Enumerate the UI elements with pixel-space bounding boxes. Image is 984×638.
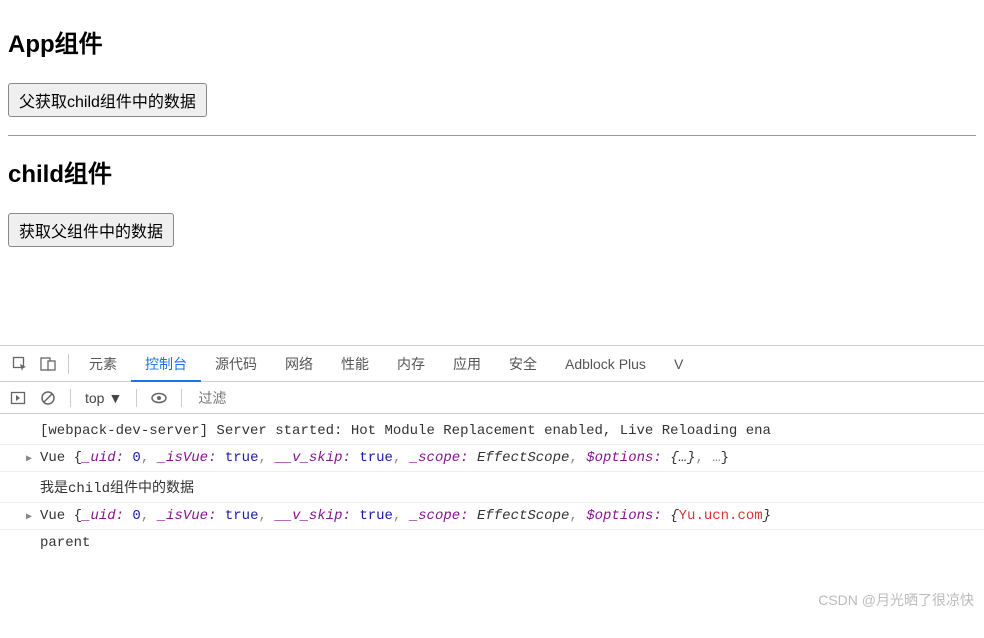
- tab-console[interactable]: 控制台: [131, 346, 201, 382]
- page-content: App组件 父获取child组件中的数据 child组件 获取父组件中的数据: [0, 0, 984, 255]
- console-line: parent: [0, 530, 984, 556]
- tab-vue-partial[interactable]: V: [660, 348, 697, 380]
- tab-elements[interactable]: 元素: [75, 346, 131, 382]
- console-line-object[interactable]: Vue {_uid: 0, _isVue: true, __v_skip: tr…: [0, 445, 984, 472]
- tab-security[interactable]: 安全: [495, 346, 551, 382]
- live-expression-icon[interactable]: [147, 386, 171, 410]
- chevron-down-icon: ▼: [108, 390, 122, 406]
- clear-console-icon[interactable]: [36, 386, 60, 410]
- toolbar-divider-1: [70, 389, 71, 407]
- devtools-tabs: 元素 控制台 源代码 网络 性能 内存 应用 安全 Adblock Plus V: [0, 346, 984, 382]
- app-heading: App组件: [8, 24, 976, 59]
- console-class: Vue: [40, 508, 74, 524]
- console-class: Vue: [40, 450, 74, 466]
- get-child-data-button[interactable]: 父获取child组件中的数据: [8, 83, 207, 117]
- tab-network[interactable]: 网络: [271, 346, 327, 382]
- console-toolbar: top ▼: [0, 382, 984, 414]
- tab-adblock[interactable]: Adblock Plus: [551, 348, 660, 380]
- console-output: [webpack-dev-server] Server started: Hot…: [0, 414, 984, 560]
- console-line-object[interactable]: Vue {_uid: 0, _isVue: true, __v_skip: tr…: [0, 503, 984, 530]
- child-heading: child组件: [8, 154, 976, 189]
- inspect-element-icon[interactable]: [6, 350, 34, 378]
- console-line: 我是child组件中的数据: [0, 472, 984, 503]
- tabs-divider: [68, 354, 69, 374]
- toolbar-divider-2: [136, 389, 137, 407]
- context-selector[interactable]: top ▼: [81, 390, 126, 406]
- get-parent-data-button[interactable]: 获取父组件中的数据: [8, 213, 174, 247]
- console-line: [webpack-dev-server] Server started: Hot…: [0, 418, 984, 445]
- tab-memory[interactable]: 内存: [383, 346, 439, 382]
- csdn-watermark: CSDN @月光晒了很凉快: [818, 590, 974, 610]
- toolbar-divider-3: [181, 389, 182, 407]
- toggle-sidebar-icon[interactable]: [6, 386, 30, 410]
- context-label: top: [85, 390, 104, 406]
- tab-sources[interactable]: 源代码: [201, 346, 271, 382]
- device-toolbar-icon[interactable]: [34, 350, 62, 378]
- tab-application[interactable]: 应用: [439, 346, 495, 382]
- tab-performance[interactable]: 性能: [327, 346, 383, 382]
- devtools-panel: 元素 控制台 源代码 网络 性能 内存 应用 安全 Adblock Plus V…: [0, 345, 984, 560]
- watermark-text: Yu.ucn.com: [679, 508, 763, 524]
- divider: [8, 135, 976, 136]
- console-filter-input[interactable]: [192, 388, 978, 408]
